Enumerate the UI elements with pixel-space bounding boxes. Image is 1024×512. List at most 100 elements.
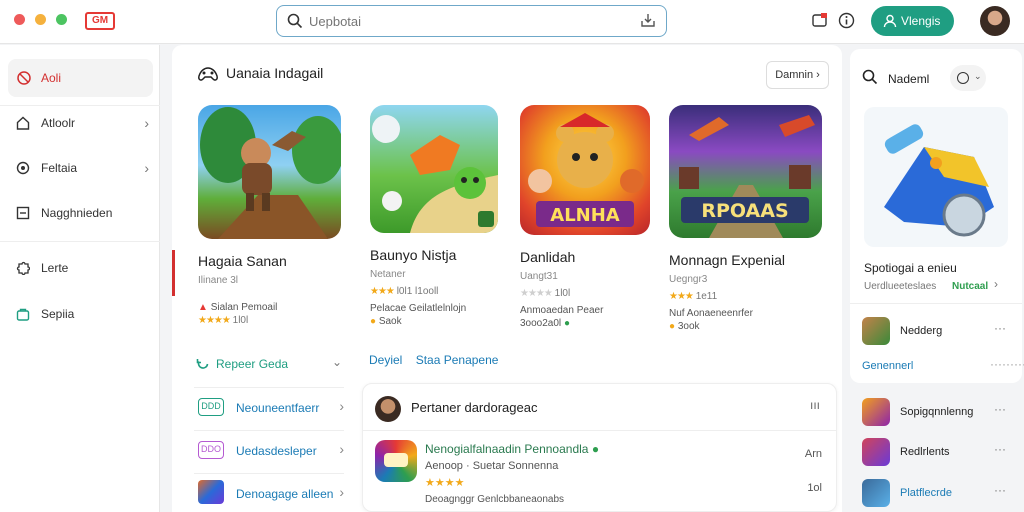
- feature-link[interactable]: Repeer Geda: [216, 357, 288, 371]
- sidebar-item-label: Aoli: [41, 71, 62, 85]
- partner-avatar[interactable]: [375, 396, 401, 422]
- bag-icon: [16, 308, 30, 321]
- star-rating-icon: ★★★: [669, 291, 694, 302]
- partner-game-count: 1ol: [807, 482, 822, 494]
- more-icon: ·········: [990, 357, 1024, 371]
- sidebar-item-atloolr[interactable]: Atloolr ›: [8, 104, 153, 142]
- featured-game-title[interactable]: Spotiogai a enieu: [864, 261, 957, 275]
- game-art[interactable]: ALNHA: [520, 105, 650, 235]
- partner-game-name[interactable]: Nenogialfalnaadin Pennoandla ●: [425, 442, 599, 456]
- sidebar-item-label: Atloolr: [41, 116, 76, 130]
- sidebar: Aoli Atloolr › Feltaia › Nagghnieden Ler…: [0, 45, 160, 512]
- featured-game-link[interactable]: Nutcaal: [952, 281, 988, 292]
- target-icon: [16, 161, 30, 175]
- more-icon[interactable]: ııı: [810, 398, 820, 412]
- more-icon[interactable]: ···: [994, 483, 1006, 497]
- more-icon[interactable]: ···: [994, 442, 1006, 456]
- verified-icon: ●: [591, 442, 600, 456]
- game-card[interactable]: RPOAAS Monnagn Expenial Uegngr3 ★★★ 1e11…: [669, 105, 822, 332]
- sidebar-item-sepiia[interactable]: Sepiia: [8, 295, 153, 333]
- category-item[interactable]: Denoagage alleen ›: [194, 473, 344, 512]
- game-title[interactable]: Danlidah: [520, 249, 670, 265]
- star-rating-icon: ★★★★: [425, 477, 465, 489]
- more-icon[interactable]: ···: [994, 321, 1006, 335]
- star-rating-icon: ★★★★: [520, 288, 553, 299]
- featured-game-art[interactable]: [864, 107, 1008, 247]
- info-icon[interactable]: [838, 12, 855, 29]
- featured-title: Nademl: [888, 72, 930, 86]
- game-title[interactable]: Monnagn Expenial: [669, 252, 819, 268]
- chevron-right-icon: ›: [339, 398, 344, 414]
- game-title[interactable]: Hagaia Sanan: [198, 253, 348, 269]
- puzzle-icon: [16, 261, 30, 275]
- star-rating-icon: ★★★★: [198, 315, 231, 326]
- search-input[interactable]: [309, 11, 629, 31]
- list-item[interactable]: Sopigqnnlenng ···: [862, 398, 1022, 428]
- section-title: Uanaia Indagail: [226, 65, 324, 81]
- game-card[interactable]: Baunyo Nistja Netaner ★★★ l0l1 l1ooll Pe…: [370, 105, 520, 327]
- list-item-label: Sopigqnnlenng: [900, 406, 974, 418]
- sidebar-item-label: Sepiia: [41, 307, 75, 321]
- game-extra: 3ooo2a0l ●: [520, 318, 670, 329]
- category-item[interactable]: DDO Uedasdesleper ›: [194, 430, 344, 470]
- filter-toggle[interactable]: ⌄: [950, 65, 986, 91]
- top-bar: GM Vlengis: [0, 0, 1024, 44]
- game-extra: ● 3ook: [669, 321, 819, 332]
- sidebar-item-feltaia[interactable]: Feltaia ›: [8, 149, 153, 187]
- sidebar-item-lerte[interactable]: Lerte: [8, 249, 153, 287]
- list-item[interactable]: Nedderg ···: [862, 317, 1022, 347]
- chevron-right-icon[interactable]: ›: [994, 277, 998, 291]
- list-item-label: Redlrlents: [900, 446, 950, 458]
- chevron-right-icon: ›: [144, 160, 149, 176]
- game-art[interactable]: [198, 105, 341, 239]
- list-item[interactable]: Redlrlents ···: [862, 438, 1022, 468]
- chevron-right-icon: ›: [339, 484, 344, 500]
- tab-deyiel[interactable]: Deyiel: [369, 353, 402, 367]
- general-link[interactable]: Genennerl: [862, 360, 913, 372]
- coin-icon: ●: [370, 316, 377, 327]
- game-title[interactable]: Baunyo Nistja: [370, 247, 520, 263]
- game-meta-text: Sialan Pemoail: [210, 302, 278, 313]
- category-item[interactable]: DDD Neouneentfaerr ›: [194, 387, 344, 427]
- sidebar-item-nagghnieden[interactable]: Nagghnieden: [8, 194, 153, 232]
- more-icon[interactable]: ···: [994, 402, 1006, 416]
- game-subtitle: Netaner: [370, 269, 406, 280]
- category-badge: DDD: [198, 398, 224, 416]
- close-window-dot[interactable]: [14, 14, 25, 25]
- grid-icon: [16, 206, 30, 220]
- list-item-thumbnail: [862, 317, 890, 345]
- list-item-thumbnail: [862, 398, 890, 426]
- tab-bar: Deyiel Staa Penapene: [369, 353, 508, 367]
- partner-game-icon[interactable]: [375, 440, 417, 482]
- app-logo[interactable]: GM: [85, 12, 115, 30]
- category-label: Denoagage alleen: [236, 487, 334, 501]
- featured-game-illustration: [884, 124, 994, 237]
- search-icon[interactable]: [862, 69, 878, 85]
- game-art-illustration: ALNHA: [528, 113, 644, 227]
- sidebar-divider: [0, 241, 160, 242]
- sidebar-item-label: Lerte: [41, 261, 69, 275]
- game-art[interactable]: [370, 105, 498, 233]
- sidebar-item-aoli[interactable]: Aoli: [8, 59, 153, 97]
- game-card[interactable]: ALNHA Danlidah Uangt31 ★★★★ 1l0l Anmoaed…: [520, 105, 670, 329]
- partner-game-footer: Deoagnggr Genlcbbaneaonabs: [425, 494, 564, 505]
- game-card[interactable]: Hagaia Sanan Ilinane 3l ▲ Sialan Pemoail…: [198, 105, 348, 326]
- minimize-window-dot[interactable]: [35, 14, 46, 25]
- chevron-down-icon[interactable]: ⌄: [332, 355, 342, 369]
- game-art[interactable]: RPOAAS: [669, 105, 822, 238]
- list-item[interactable]: Platflecrde ···: [862, 479, 1022, 509]
- sidebar-item-label: Nagghnieden: [41, 206, 113, 220]
- sign-in-button[interactable]: Vlengis: [871, 6, 954, 36]
- search-icon: [287, 13, 303, 29]
- avatar[interactable]: [980, 6, 1010, 36]
- notification-icon[interactable]: [811, 12, 828, 29]
- maximize-window-dot[interactable]: [56, 14, 67, 25]
- tab-staa-penapene[interactable]: Staa Penapene: [416, 353, 499, 367]
- search-bar[interactable]: [276, 5, 667, 37]
- details-button[interactable]: Damnin ›: [766, 61, 829, 89]
- user-icon: [883, 14, 897, 28]
- download-icon[interactable]: [640, 12, 656, 28]
- chevron-right-icon: ›: [144, 115, 149, 131]
- game-art-illustration: RPOAAS: [679, 115, 815, 238]
- game-subtitle: Uangt31: [520, 271, 558, 282]
